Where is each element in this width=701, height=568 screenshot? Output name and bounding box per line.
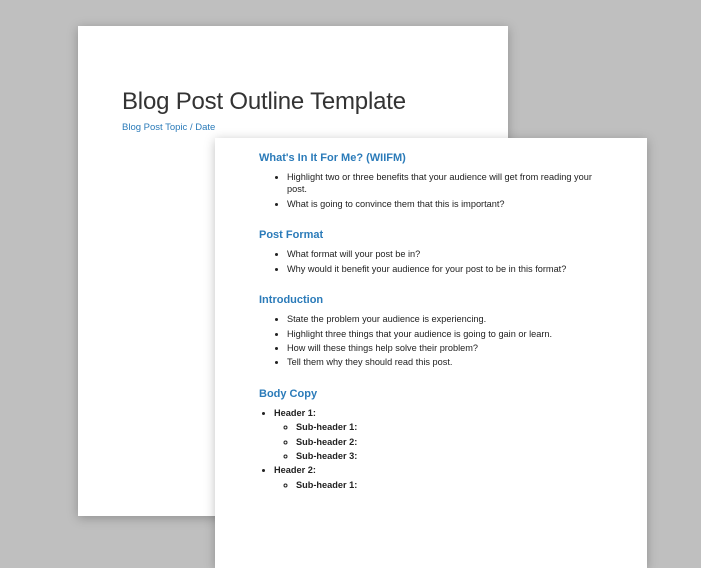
bullet-list: Highlight two or three benefits that you… (259, 171, 603, 210)
header-item: Header 2: Sub-header 1: (274, 464, 603, 491)
subheader-list: Sub-header 1: (274, 479, 603, 491)
subheader-item: Sub-header 3: (296, 450, 603, 462)
list-item: Highlight three things that your audienc… (287, 328, 603, 340)
list-item: Highlight two or three benefits that you… (287, 171, 603, 196)
section-heading: Introduction (259, 294, 603, 306)
bullet-list: What format will your post be in? Why wo… (259, 248, 603, 275)
subheader-item: Sub-header 1: (296, 479, 603, 491)
list-item: What format will your post be in? (287, 248, 603, 260)
section-intro: Introduction State the problem your audi… (259, 294, 603, 369)
subheader-list: Sub-header 1: Sub-header 2: Sub-header 3… (274, 421, 603, 462)
section-heading: Body Copy (259, 388, 603, 400)
bullet-list: State the problem your audience is exper… (259, 313, 603, 369)
subheader-item: Sub-header 2: (296, 436, 603, 448)
document-page-front: What's In It For Me? (WIIFM) Highlight t… (215, 138, 647, 568)
header-label: Header 2: (274, 465, 316, 475)
header-label: Header 1: (274, 408, 316, 418)
section-heading: What's In It For Me? (WIIFM) (259, 152, 603, 164)
header-item: Header 1: Sub-header 1: Sub-header 2: Su… (274, 407, 603, 463)
header-list: Header 1: Sub-header 1: Sub-header 2: Su… (259, 407, 603, 492)
section-body: Body Copy Header 1: Sub-header 1: Sub-he… (259, 388, 603, 492)
list-item: Why would it benefit your audience for y… (287, 263, 603, 275)
list-item: Tell them why they should read this post… (287, 356, 603, 368)
section-wiifm: What's In It For Me? (WIIFM) Highlight t… (259, 152, 603, 210)
subheader-item: Sub-header 1: (296, 421, 603, 433)
section-heading: Post Format (259, 229, 603, 241)
list-item: State the problem your audience is exper… (287, 313, 603, 325)
list-item: What is going to convince them that this… (287, 198, 603, 210)
doc-subtitle: Blog Post Topic / Date (122, 122, 464, 133)
list-item: How will these things help solve their p… (287, 342, 603, 354)
doc-title: Blog Post Outline Template (122, 88, 464, 116)
section-format: Post Format What format will your post b… (259, 229, 603, 275)
